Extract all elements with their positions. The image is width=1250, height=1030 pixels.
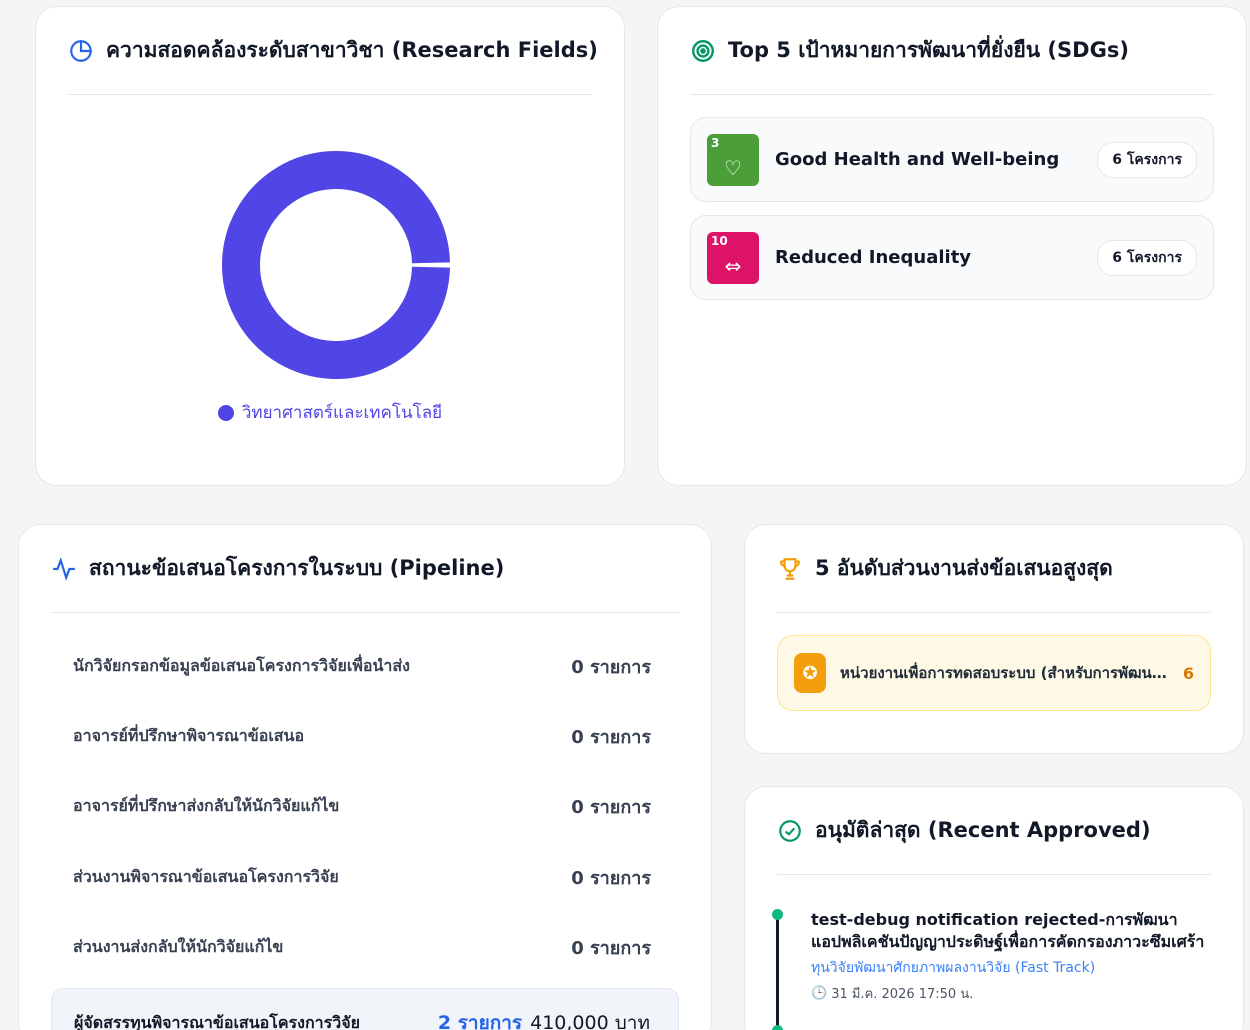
clock-icon: 🕒 [811, 986, 828, 1001]
sdg-card: Top 5 เป้าหมายการพัฒนาที่ยั่งยืน (SDGs) … [657, 6, 1247, 486]
pipeline-row-count: 0 รายการ [571, 937, 651, 959]
donut-slice-0[interactable] [222, 151, 450, 379]
medal-icon: ✪ [794, 653, 826, 693]
sdg-item[interactable]: 10 ⇔ Reduced Inequality 6 โครงการ [690, 215, 1214, 300]
sdg-header: Top 5 เป้าหมายการพัฒนาที่ยั่งยืน (SDGs) [690, 7, 1214, 95]
recent-approved-card: อนุมัติล่าสุด (Recent Approved) test-deb… [744, 786, 1244, 1030]
pipeline-row[interactable]: ส่วนงานพิจารณาข้อเสนอโครงการวิจัย 0 รายก… [51, 842, 679, 912]
agency-item[interactable]: ✪ หน่วยงานเพื่อการทดสอบระบบ (สำหรับการพั… [777, 635, 1211, 711]
recent-item-time: 31 มี.ค. 2026 17:50 น. [831, 987, 974, 1002]
pipeline-row-label: ส่วนงานส่งกลับให้นักวิจัยแก้ไข [73, 936, 284, 956]
target-icon [690, 38, 716, 64]
pipeline-row-count: 2 รายการ [437, 1012, 523, 1030]
legend-label: วิทยาศาสตร์และเทคโนโลยี [241, 403, 443, 423]
sdg-name: Reduced Inequality [775, 247, 972, 268]
pipeline-card: สถานะข้อเสนอโครงการในระบบ (Pipeline) นัก… [18, 524, 712, 1030]
research-fields-donut-chart [222, 151, 450, 379]
pipeline-row[interactable]: อาจารย์ที่ปรึกษาพิจารณาข้อเสนอ 0 รายการ [51, 701, 679, 771]
pipeline-row-summary: 2 รายการ 410,000 บาท [438, 1008, 650, 1030]
timeline-line [776, 915, 779, 1030]
chart-legend[interactable]: วิทยาศาสตร์และเทคโนโลยี [36, 399, 624, 426]
pipeline-row-amount: 410,000 บาท [530, 1012, 650, 1030]
pipeline-row-count: 0 รายการ [571, 726, 651, 748]
recent-approved-header: อนุมัติล่าสุด (Recent Approved) [777, 787, 1211, 875]
research-fields-header: ความสอดคล้องระดับสาขาวิชา (Research Fiel… [68, 7, 598, 95]
top-agencies-card: 5 อันดับส่วนงานส่งข้อเสนอสูงสุด ✪ หน่วยง… [744, 524, 1244, 754]
pipeline-title: สถานะข้อเสนอโครงการในระบบ (Pipeline) [89, 556, 505, 580]
recent-approved-item[interactable]: test-debug notification rejected-การพัฒน… [811, 909, 1213, 1004]
recent-item-fund[interactable]: ทุนวิจัยพัฒนาศักยภาพผลงานวิจัย (Fast Tra… [811, 957, 1213, 979]
timeline-dot [772, 1025, 783, 1030]
sdg-count-badge: 6 โครงการ [1097, 239, 1197, 276]
pie-chart-icon [68, 38, 94, 64]
equality-icon: ⇔ [724, 253, 742, 278]
pipeline-row-highlight[interactable]: ผู้จัดสรรทุนพิจารณาข้อเสนอโครงการวิจัย 2… [51, 988, 679, 1030]
pipeline-row[interactable]: ส่วนงานส่งกลับให้นักวิจัยแก้ไข 0 รายการ [51, 912, 679, 982]
top-agencies-title: 5 อันดับส่วนงานส่งข้อเสนอสูงสุด [815, 556, 1113, 580]
agency-name: หน่วยงานเพื่อการทดสอบระบบ (สำหรับการพัฒน… [840, 664, 1169, 682]
sdg-number: 3 [711, 135, 720, 150]
sdg-title: Top 5 เป้าหมายการพัฒนาที่ยั่งยืน (SDGs) [728, 38, 1129, 62]
legend-swatch [217, 404, 234, 421]
pipeline-row-label: อาจารย์ที่ปรึกษาพิจารณาข้อเสนอ [73, 725, 305, 745]
research-fields-title: ความสอดคล้องระดับสาขาวิชา (Research Fiel… [106, 38, 598, 62]
sdg-item[interactable]: 3 ♡ Good Health and Well-being 6 โครงการ [690, 117, 1214, 202]
activity-icon [51, 556, 77, 582]
top-agencies-header: 5 อันดับส่วนงานส่งข้อเสนอสูงสุด [777, 525, 1211, 613]
heartbeat-icon: ♡ [724, 155, 742, 180]
pipeline-row-count: 0 รายการ [571, 796, 651, 818]
pipeline-row-label: อาจารย์ที่ปรึกษาส่งกลับให้นักวิจัยแก้ไข [73, 795, 340, 815]
research-fields-card: ความสอดคล้องระดับสาขาวิชา (Research Fiel… [35, 6, 625, 486]
sdg-10-badge-icon: 10 ⇔ [707, 231, 759, 284]
pipeline-row-count: 0 รายการ [571, 656, 651, 678]
pipeline-row-label: ส่วนงานพิจารณาข้อเสนอโครงการวิจัย [73, 866, 339, 886]
pipeline-row-label: ผู้จัดสรรทุนพิจารณาข้อเสนอโครงการวิจัย [74, 1012, 360, 1030]
sdg-count-badge: 6 โครงการ [1097, 141, 1197, 178]
trophy-icon [777, 556, 803, 582]
sdg-number: 10 [711, 233, 728, 248]
pipeline-header: สถานะข้อเสนอโครงการในระบบ (Pipeline) [51, 525, 679, 613]
pipeline-row[interactable]: อาจารย์ที่ปรึกษาส่งกลับให้นักวิจัยแก้ไข … [51, 771, 679, 841]
recent-item-title: test-debug notification rejected-การพัฒน… [811, 910, 1205, 951]
sdg-3-badge-icon: 3 ♡ [707, 133, 759, 186]
recent-approved-title: อนุมัติล่าสุด (Recent Approved) [815, 818, 1151, 842]
pipeline-row[interactable]: นักวิจัยกรอกข้อมูลข้อเสนอโครงการวิจัยเพื… [51, 631, 679, 701]
pipeline-row-count: 0 รายการ [571, 867, 651, 889]
agency-count: 6 [1182, 663, 1194, 683]
pipeline-row-label: นักวิจัยกรอกข้อมูลข้อเสนอโครงการวิจัยเพื… [73, 655, 410, 675]
check-circle-icon [777, 818, 803, 844]
recent-item-time-row: 🕒 31 มี.ค. 2026 17:50 น. [811, 983, 1213, 1004]
sdg-name: Good Health and Well-being [775, 149, 1060, 170]
timeline-dot [772, 909, 783, 920]
